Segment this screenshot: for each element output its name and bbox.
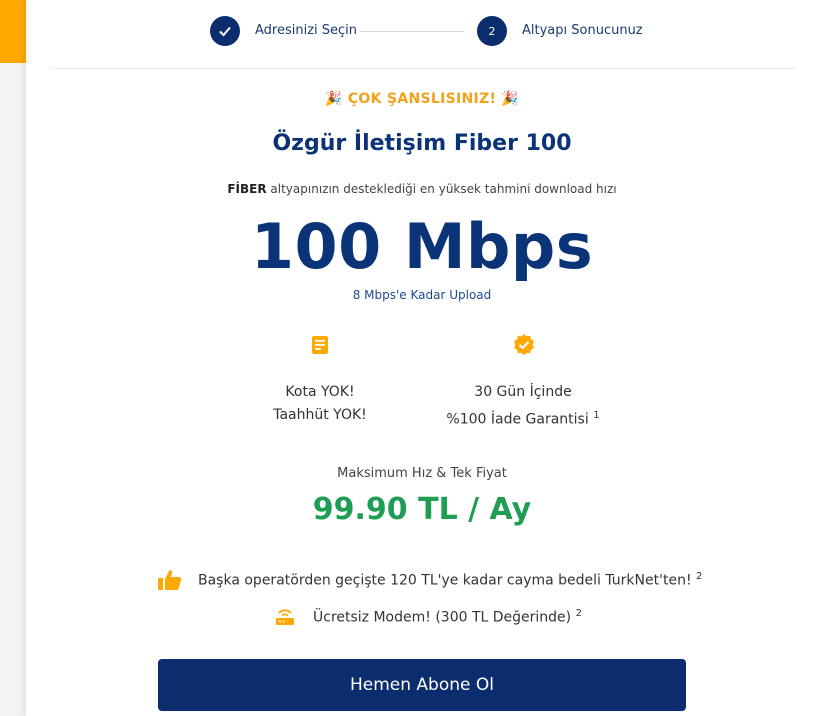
subscribe-button[interactable]: Hemen Abone Ol bbox=[158, 659, 686, 711]
header-divider bbox=[50, 68, 796, 69]
result-card: Adresinizi Seçin 2 Altyapı Sonucunuz 🎉 Ç… bbox=[26, 0, 818, 716]
feature-line2: Taahhüt YOK! bbox=[273, 407, 367, 423]
party-popper-icon: 🎉 bbox=[324, 91, 343, 107]
price-value: 99.90 TL / Ay bbox=[312, 492, 532, 527]
footnote-ref: 2 bbox=[575, 608, 582, 619]
perk-text: Ücretsiz Modem! (300 TL Değerinde) bbox=[313, 609, 572, 626]
perk-free-modem: Ücretsiz Modem! (300 TL Değerinde) 2 bbox=[313, 608, 582, 626]
lucky-text: ÇOK ŞANSLISINIZ! bbox=[347, 91, 497, 107]
speed-description-text: altyapınızın desteklediği en yüksek tahm… bbox=[266, 182, 617, 196]
footnote-ref: 2 bbox=[696, 571, 703, 582]
price-label: Maksimum Hız & Tek Fiyat bbox=[337, 466, 507, 481]
step2-label: Altyapı Sonucunuz bbox=[522, 23, 643, 38]
speed-description: FİBER altyapınızın desteklediği en yükse… bbox=[26, 182, 818, 196]
download-speed: 100 Mbps bbox=[250, 210, 594, 283]
feature-line2: %100 İade Garantisi bbox=[446, 411, 589, 428]
feature-line2-wrap: %100 İade Garantisi 1 bbox=[423, 404, 623, 432]
document-icon bbox=[312, 336, 328, 358]
step2-number: 2 bbox=[477, 16, 507, 46]
thumbs-up-icon bbox=[158, 569, 182, 595]
feature-no-quota: Kota YOK! Taahhüt YOK! bbox=[220, 381, 420, 427]
stepper: Adresinizi Seçin 2 Altyapı Sonucunuz bbox=[26, 16, 818, 48]
step1-label: Adresinizi Seçin bbox=[255, 23, 358, 38]
feature-line1: Kota YOK! bbox=[285, 384, 355, 400]
infra-type: FİBER bbox=[227, 182, 267, 196]
router-icon bbox=[275, 606, 295, 630]
step-connector bbox=[360, 31, 464, 32]
feature-money-back: 30 Gün İçinde %100 İade Garantisi 1 bbox=[423, 381, 623, 432]
plan-name: Özgür İletişim Fiber 100 bbox=[272, 131, 572, 156]
party-popper-icon: 🎉 bbox=[501, 91, 520, 107]
footnote-ref: 1 bbox=[593, 410, 600, 421]
feature-line1: 30 Gün İçinde bbox=[474, 384, 572, 400]
verified-badge-icon bbox=[513, 334, 535, 360]
left-accent-bar bbox=[0, 0, 26, 63]
lucky-banner: 🎉 ÇOK ŞANSLISINIZ! 🎉 bbox=[26, 91, 818, 107]
upload-speed: 8 Mbps'e Kadar Upload bbox=[352, 288, 492, 302]
perk-cancellation-fee: Başka operatörden geçişte 120 TL'ye kada… bbox=[198, 571, 702, 589]
step1-check-icon bbox=[210, 16, 240, 46]
perk-text: Başka operatörden geçişte 120 TL'ye kada… bbox=[198, 572, 692, 589]
